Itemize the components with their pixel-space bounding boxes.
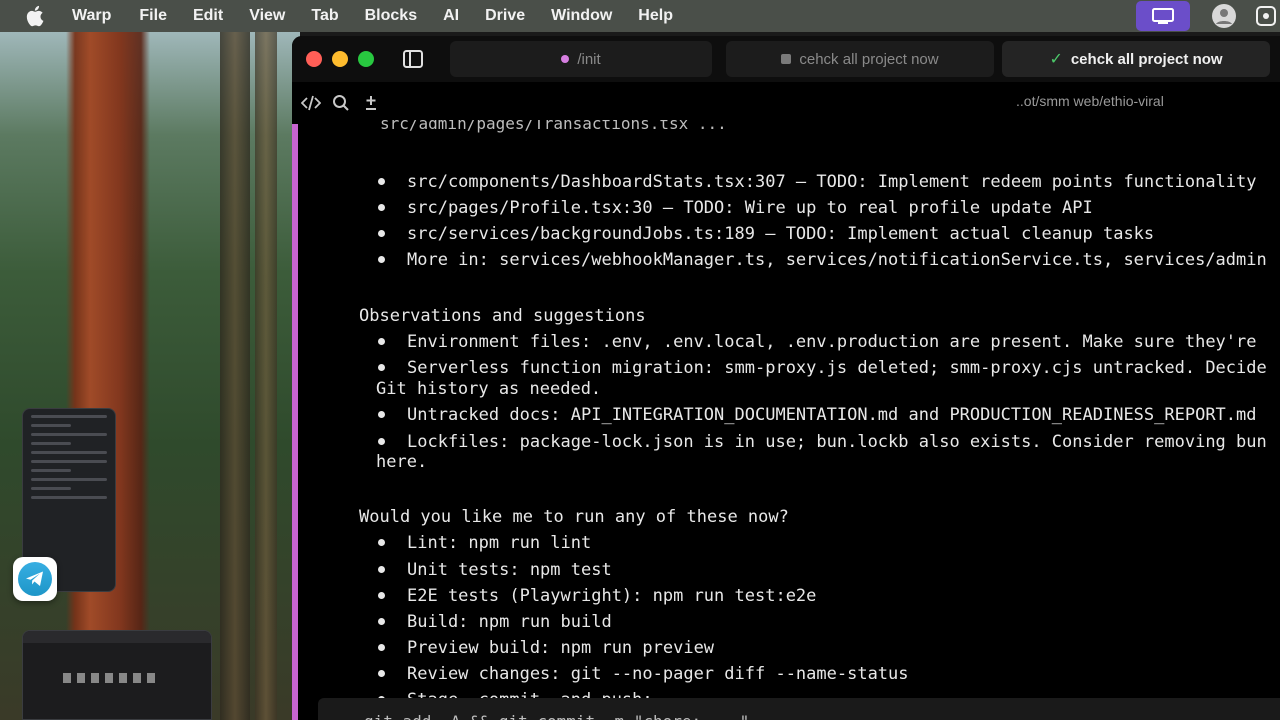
menu-help[interactable]: Help — [638, 7, 673, 25]
menu-app-warp[interactable]: Warp — [72, 7, 111, 25]
output-line: Lint: npm run lint — [407, 533, 592, 553]
menu-blocks[interactable]: Blocks — [365, 7, 417, 25]
output-line: Environment files: .env, .env.local, .en… — [407, 332, 1257, 352]
menu-bar: Warp File Edit View Tab Blocks AI Drive … — [0, 0, 1280, 32]
tab-check-project-2[interactable]: ✓ cehck all project now — [1002, 41, 1270, 77]
tab-init[interactable]: /init — [450, 41, 712, 77]
bullet — [378, 618, 385, 625]
output-line: Unit tests: npm test — [407, 560, 612, 580]
bullet — [378, 338, 385, 345]
sidebar-toggle-icon[interactable] — [402, 49, 424, 69]
terminal-toolbar: ..ot/smm web/ethio-viral — [292, 86, 1280, 120]
bullet — [378, 230, 385, 237]
title-bar: /init cehck all project now ✓ cehck all … — [292, 36, 1280, 82]
control-center-icon[interactable] — [1252, 2, 1280, 30]
output-line: src/components/DashboardStats.tsx:307 — … — [407, 172, 1257, 192]
menu-edit[interactable]: Edit — [193, 7, 223, 25]
bullet — [378, 592, 385, 599]
bullet — [378, 256, 385, 263]
menu-window[interactable]: Window — [551, 7, 612, 25]
bullet — [378, 364, 385, 371]
menu-view[interactable]: View — [249, 7, 285, 25]
desktop-wallpaper — [0, 32, 300, 720]
tab-label: cehck all project now — [799, 50, 939, 68]
clipped-code-line: git add -A && git commit -m "chore: ..." — [364, 712, 749, 720]
output-line: src/services/backgroundJobs.ts:189 — TOD… — [407, 224, 1155, 244]
bullet — [378, 411, 385, 418]
code-block[interactable]: git add -A && git commit -m "chore: ..." — [318, 698, 1280, 720]
diff-icon[interactable] — [360, 92, 382, 114]
bullet — [378, 670, 385, 677]
menu-ai[interactable]: AI — [443, 7, 459, 25]
section-heading: Would you like me to run any of these no… — [359, 507, 789, 527]
clipped-line: src/admin/pages/Transactions.tsx ... — [380, 120, 727, 133]
output-line: Untracked docs: API_INTEGRATION_DOCUMENT… — [407, 405, 1257, 425]
tab-label: /init — [577, 50, 601, 68]
terminal-output: src/admin/pages/Transactions.tsx ... src… — [292, 120, 1280, 720]
zoom-window-button[interactable] — [358, 51, 374, 67]
wallpaper-tree — [255, 32, 277, 720]
code-icon[interactable] — [300, 92, 322, 114]
tab-status-dot-icon — [561, 55, 570, 63]
output-line-continued: here. — [376, 452, 428, 472]
checkmark-icon: ✓ — [1049, 51, 1063, 68]
warp-window: /init cehck all project now ✓ cehck all … — [292, 36, 1280, 720]
tab-check-project-1[interactable]: cehck all project now — [726, 41, 994, 77]
screen-sharing-icon[interactable] — [1136, 1, 1190, 31]
close-window-button[interactable] — [306, 51, 322, 67]
bullet — [378, 539, 385, 546]
output-line: E2E tests (Playwright): npm run test:e2e — [407, 586, 817, 606]
menu-file[interactable]: File — [139, 7, 167, 25]
bullet — [378, 438, 385, 445]
bullet — [378, 566, 385, 573]
wallpaper-tree — [220, 32, 250, 720]
telegram-icon[interactable] — [13, 557, 57, 601]
output-line: src/pages/Profile.tsx:30 — TODO: Wire up… — [407, 198, 1093, 218]
output-line: Serverless function migration: smm-proxy… — [407, 358, 1267, 378]
working-directory-path: ..ot/smm web/ethio-viral — [1016, 93, 1164, 109]
bullet — [378, 644, 385, 651]
output-line: Review changes: git --no-pager diff --na… — [407, 664, 909, 684]
background-browser-window[interactable] — [22, 630, 212, 720]
bullet — [378, 178, 385, 185]
output-line: More in: services/webhookManager.ts, ser… — [407, 250, 1267, 270]
output-line: Build: npm run build — [407, 612, 612, 632]
menu-drive[interactable]: Drive — [485, 7, 525, 25]
output-line-continued: Git history as needed. — [376, 379, 602, 399]
tab-label: cehck all project now — [1070, 50, 1223, 68]
tab-stop-square-icon — [781, 54, 792, 64]
user-avatar-icon[interactable] — [1210, 2, 1238, 30]
search-icon[interactable] — [330, 92, 352, 114]
apple-icon[interactable] — [26, 5, 50, 27]
section-heading: Observations and suggestions — [359, 306, 646, 326]
menu-tab[interactable]: Tab — [311, 7, 338, 25]
output-line: Preview build: npm run preview — [407, 638, 715, 658]
minimize-window-button[interactable] — [332, 51, 348, 67]
bullet — [378, 204, 385, 211]
output-line: Lockfiles: package-lock.json is in use; … — [407, 432, 1267, 452]
